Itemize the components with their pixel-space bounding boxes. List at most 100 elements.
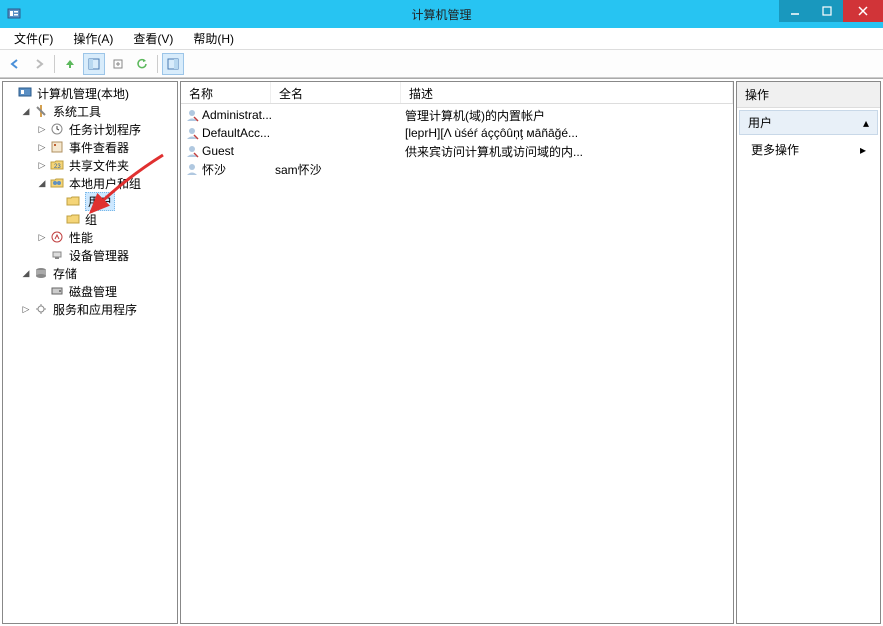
user-icon — [185, 126, 199, 140]
minimize-button[interactable] — [779, 0, 811, 22]
cell-name: Guest — [202, 144, 234, 158]
maximize-button[interactable] — [811, 0, 843, 22]
export-button[interactable] — [107, 53, 129, 75]
chevron-right-icon: ▸ — [860, 143, 866, 157]
tree-label: 用户 — [85, 192, 115, 211]
main-area: 计算机管理(本地) ◢ 系统工具 ▷ 任务计划程序 ▷ 事件查看器 ▷ 23 共… — [0, 78, 883, 626]
tree-label: 任务计划程序 — [69, 121, 141, 138]
view-button-2[interactable] — [162, 53, 184, 75]
menu-file[interactable]: 文件(F) — [4, 28, 63, 49]
list-header: 名称 全名 描述 — [181, 82, 733, 104]
window-controls — [779, 0, 883, 28]
tree-label: 磁盘管理 — [69, 283, 117, 300]
tree-task-scheduler[interactable]: ▷ 任务计划程序 — [3, 120, 177, 138]
collapse-icon[interactable]: ◢ — [35, 176, 49, 190]
tree-performance[interactable]: ▷ 性能 — [3, 228, 177, 246]
menubar: 文件(F) 操作(A) 查看(V) 帮助(H) — [0, 28, 883, 50]
collapse-icon[interactable]: ◢ — [19, 104, 33, 118]
storage-icon — [33, 265, 49, 281]
list-panel: 名称 全名 描述 Administrat... 管理计算机(域)的内置帐户 De… — [180, 81, 734, 624]
folder-icon — [65, 211, 81, 227]
collapse-icon[interactable]: ◢ — [19, 266, 33, 280]
tree-shared-folders[interactable]: ▷ 23 共享文件夹 — [3, 156, 177, 174]
toolbar-separator — [157, 55, 158, 73]
back-button[interactable] — [4, 53, 26, 75]
tree-label: 设备管理器 — [69, 247, 129, 264]
expand-icon[interactable]: ▷ — [35, 158, 49, 172]
performance-icon — [49, 229, 65, 245]
menu-view[interactable]: 查看(V) — [123, 28, 183, 49]
expand-icon[interactable]: ▷ — [35, 122, 49, 136]
close-button[interactable] — [843, 0, 883, 22]
tree-users[interactable]: 用户 — [3, 192, 177, 210]
disk-icon — [49, 283, 65, 299]
expand-icon[interactable]: ▷ — [19, 302, 33, 316]
collapse-icon[interactable] — [3, 86, 17, 100]
tree-system-tools[interactable]: ◢ 系统工具 — [3, 102, 177, 120]
tree-label: 组 — [85, 211, 97, 228]
list-row[interactable]: DefaultAcc... [leprH][Λ ùśéŕ áççôûņţ мāñ… — [181, 124, 733, 142]
refresh-button[interactable] — [131, 53, 153, 75]
tree-label: 事件查看器 — [69, 139, 129, 156]
titlebar: 计算机管理 — [0, 0, 883, 28]
tree-panel[interactable]: 计算机管理(本地) ◢ 系统工具 ▷ 任务计划程序 ▷ 事件查看器 ▷ 23 共… — [2, 81, 178, 624]
actions-more[interactable]: 更多操作 ▸ — [737, 137, 880, 162]
list-body[interactable]: Administrat... 管理计算机(域)的内置帐户 DefaultAcc.… — [181, 104, 733, 623]
users-folder-icon — [49, 175, 65, 191]
device-icon — [49, 247, 65, 263]
actions-more-label: 更多操作 — [751, 141, 799, 158]
menu-action[interactable]: 操作(A) — [63, 28, 123, 49]
expand-icon[interactable]: ▷ — [35, 230, 49, 244]
tree-label: 共享文件夹 — [69, 157, 129, 174]
folder-icon — [65, 193, 81, 209]
cell-description: 供来宾访问计算机或访问域的内... — [401, 143, 733, 160]
clock-icon — [49, 121, 65, 137]
tree-event-viewer[interactable]: ▷ 事件查看器 — [3, 138, 177, 156]
tree-storage[interactable]: ◢ 存储 — [3, 264, 177, 282]
list-row[interactable]: 怀沙 sam怀沙 — [181, 160, 733, 178]
up-button[interactable] — [59, 53, 81, 75]
tree-label: 计算机管理(本地) — [37, 85, 129, 102]
list-row[interactable]: Administrat... 管理计算机(域)的内置帐户 — [181, 106, 733, 124]
toolbar-separator — [54, 55, 55, 73]
services-icon — [33, 301, 49, 317]
tree-disk-management[interactable]: 磁盘管理 — [3, 282, 177, 300]
actions-section-users[interactable]: 用户 ▴ — [739, 110, 878, 135]
actions-panel: 操作 用户 ▴ 更多操作 ▸ — [736, 81, 881, 624]
cell-description: [leprH][Λ ùśéŕ áççôûņţ мāñāğé... — [401, 126, 733, 140]
cell-name: DefaultAcc... — [202, 126, 270, 140]
tree-device-manager[interactable]: 设备管理器 — [3, 246, 177, 264]
tree-label: 系统工具 — [53, 103, 101, 120]
tree-local-users[interactable]: ◢ 本地用户和组 — [3, 174, 177, 192]
tree-label: 服务和应用程序 — [53, 301, 137, 318]
expand-icon[interactable]: ▷ — [35, 140, 49, 154]
column-name[interactable]: 名称 — [181, 82, 271, 103]
tree-groups[interactable]: 组 — [3, 210, 177, 228]
actions-header: 操作 — [737, 82, 880, 108]
forward-button[interactable] — [28, 53, 50, 75]
user-icon — [185, 108, 199, 122]
window-title: 计算机管理 — [411, 6, 471, 23]
column-fullname[interactable]: 全名 — [271, 82, 401, 103]
cell-name: Administrat... — [202, 108, 271, 122]
collapse-icon: ▴ — [863, 116, 869, 130]
tree-label: 本地用户和组 — [69, 175, 141, 192]
user-icon — [185, 144, 199, 158]
tools-icon — [33, 103, 49, 119]
shared-folder-icon: 23 — [49, 157, 65, 173]
tree-services-apps[interactable]: ▷ 服务和应用程序 — [3, 300, 177, 318]
tree-label: 性能 — [69, 229, 93, 246]
list-row[interactable]: Guest 供来宾访问计算机或访问域的内... — [181, 142, 733, 160]
actions-section-label: 用户 — [748, 114, 772, 131]
app-icon — [6, 6, 22, 22]
menu-help[interactable]: 帮助(H) — [183, 28, 244, 49]
tree-root[interactable]: 计算机管理(本地) — [3, 84, 177, 102]
view-button-1[interactable] — [83, 53, 105, 75]
cell-name: 怀沙 — [202, 161, 226, 178]
tree-label: 存储 — [53, 265, 77, 282]
cell-description: 管理计算机(域)的内置帐户 — [401, 107, 733, 124]
column-description[interactable]: 描述 — [401, 82, 733, 103]
svg-text:23: 23 — [54, 164, 61, 170]
computer-icon — [17, 85, 33, 101]
toolbar — [0, 50, 883, 78]
